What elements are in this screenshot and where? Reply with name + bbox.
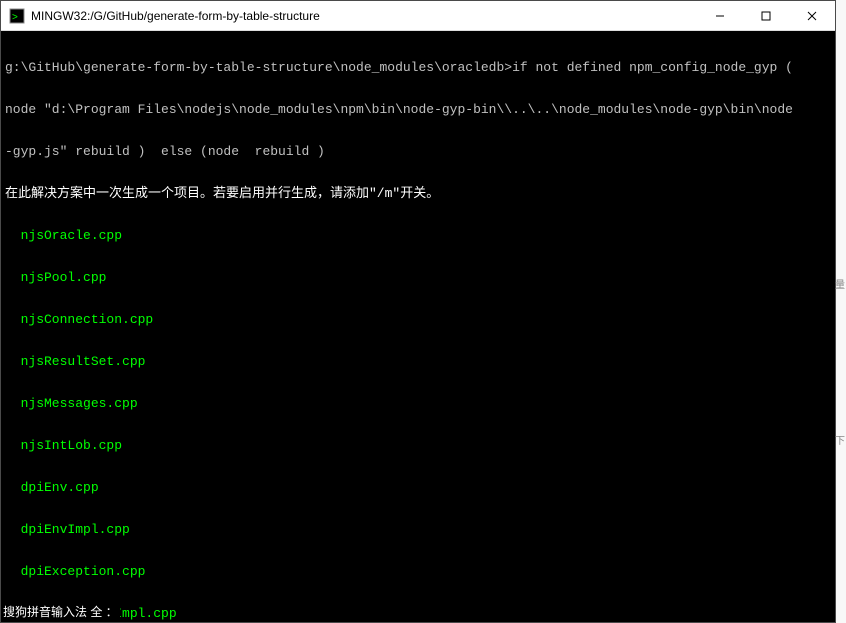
compile-file: dpiEnvImpl.cpp (5, 523, 831, 537)
compile-file: dpiException.cpp (5, 565, 831, 579)
compile-file: njsPool.cpp (5, 271, 831, 285)
minimize-button[interactable] (697, 1, 743, 30)
prompt-line: node "d:\Program Files\nodejs\node_modul… (5, 103, 831, 117)
compile-file: dpiEnv.cpp (5, 481, 831, 495)
compile-file: njsOracle.cpp (5, 229, 831, 243)
maximize-button[interactable] (743, 1, 789, 30)
window-controls (697, 1, 835, 30)
build-msg: 在此解决方案中一次生成一个项目。若要启用并行生成，请添加"/m"开关。 (5, 187, 831, 201)
edge-char: 量 (835, 276, 845, 291)
compile-file: njsResultSet.cpp (5, 355, 831, 369)
compile-file: njsMessages.cpp (5, 397, 831, 411)
titlebar[interactable]: > MINGW32:/G/GitHub/generate-form-by-tab… (1, 1, 835, 31)
terminal-window: > MINGW32:/G/GitHub/generate-form-by-tab… (0, 0, 836, 623)
compile-file: njsConnection.cpp (5, 313, 831, 327)
prompt-line: -gyp.js" rebuild ) else (node rebuild ) (5, 145, 831, 159)
compile-file: dpiExceptionImpl.cpp (5, 607, 831, 621)
ime-status[interactable]: 搜狗拼音输入法 全 ： (1, 604, 120, 620)
page-edge: 量 下 (836, 0, 846, 623)
terminal-body[interactable]: g:\GitHub\generate-form-by-table-structu… (1, 31, 835, 622)
svg-text:>: > (12, 12, 18, 23)
compile-file: njsIntLob.cpp (5, 439, 831, 453)
edge-char: 下 (835, 432, 845, 447)
window-title: MINGW32:/G/GitHub/generate-form-by-table… (31, 9, 697, 23)
prompt-line: g:\GitHub\generate-form-by-table-structu… (5, 61, 831, 75)
app-icon: > (9, 8, 25, 24)
close-button[interactable] (789, 1, 835, 30)
